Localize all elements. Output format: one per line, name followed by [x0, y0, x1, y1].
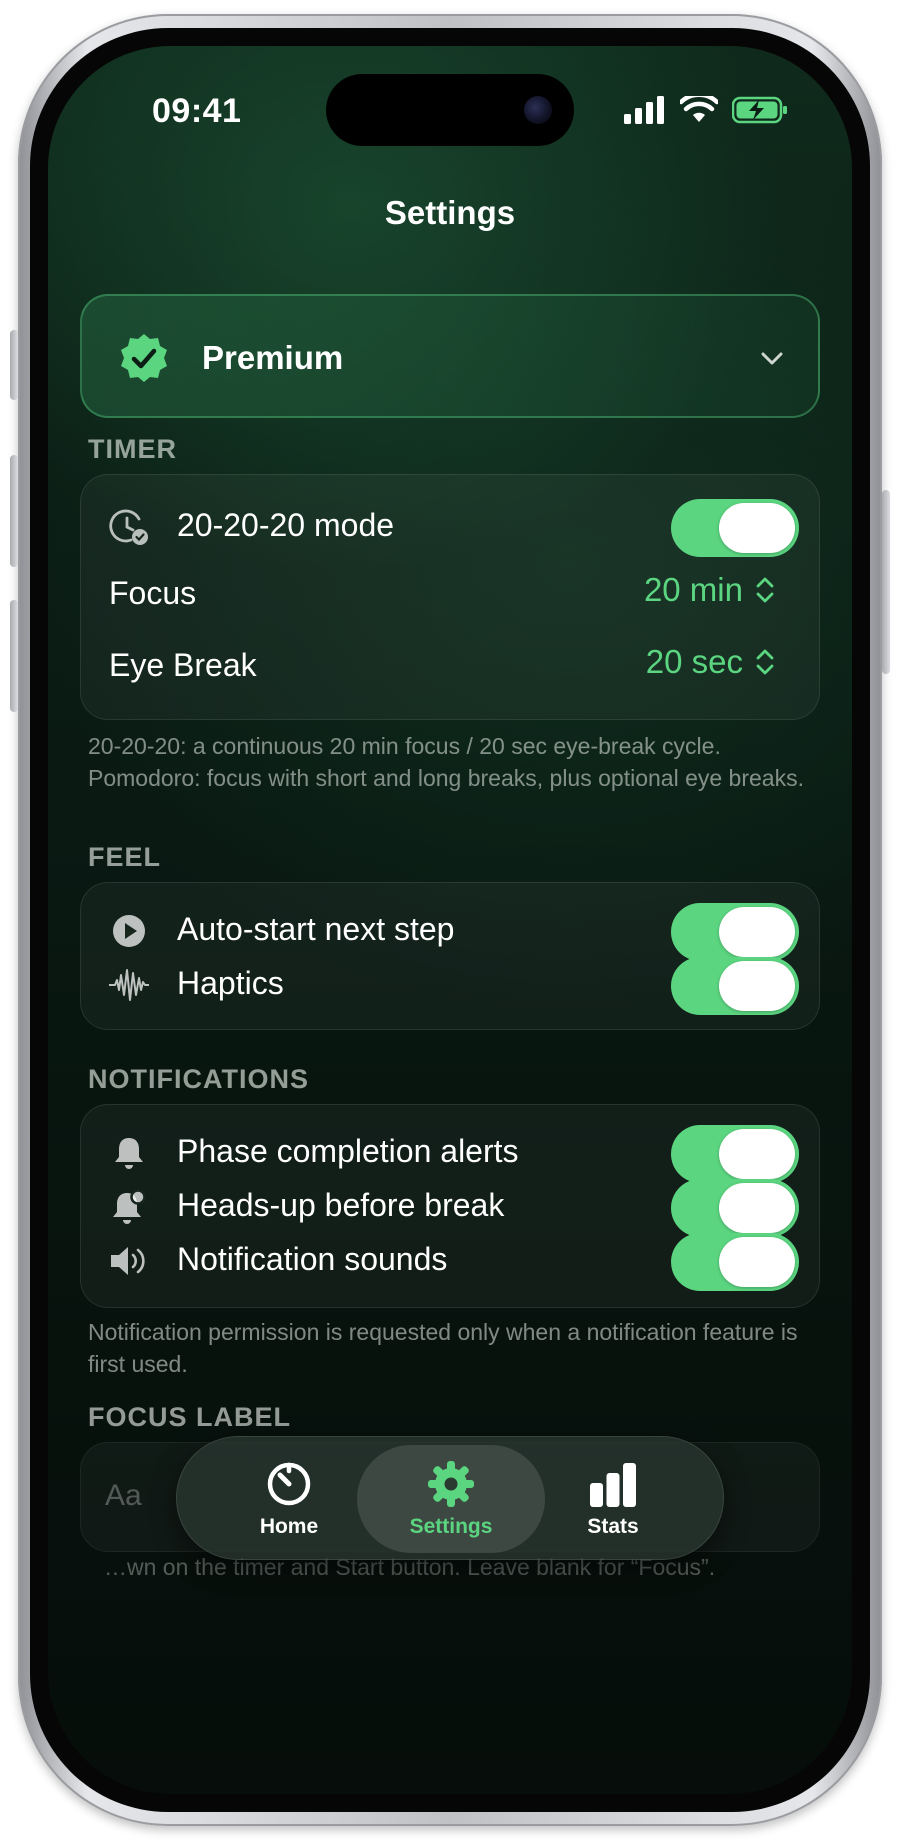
bell-icon	[109, 1133, 149, 1173]
focus-picker[interactable]: 20 min	[644, 571, 775, 609]
phase-alerts-row: Phase completion alerts	[81, 1121, 821, 1183]
section-header-feel: FEEL	[88, 842, 162, 872]
timer-footnote: 20-20-20: a continuous 20 min focus / 20…	[88, 733, 804, 791]
tab-home[interactable]: Home	[195, 1445, 383, 1553]
toggle-knob	[719, 1183, 795, 1233]
camera-icon	[524, 96, 552, 124]
chevron-up-down-icon	[756, 577, 774, 603]
section-header-timer: TIMER	[88, 434, 177, 464]
eye-break-value: 20 sec	[645, 643, 743, 680]
tab-settings[interactable]: Settings	[357, 1445, 545, 1553]
haptics-label: Haptics	[177, 965, 284, 1001]
tab-label: Stats	[587, 1515, 639, 1538]
power-button	[882, 490, 890, 674]
toggle-knob	[719, 907, 795, 957]
wifi-icon	[680, 96, 718, 122]
status-bar: 09:41	[48, 46, 852, 156]
notifications-footnote: Notification permission is requested onl…	[88, 1319, 798, 1377]
section-header-focus-label: FOCUS LABEL	[88, 1402, 291, 1432]
status-time: 09:41	[152, 92, 242, 130]
gear-icon	[428, 1461, 474, 1507]
dynamic-island	[326, 74, 574, 146]
chevron-up-down-icon	[756, 649, 774, 675]
eye-break-row: Eye Break 20 sec	[81, 635, 821, 695]
focus-label: Focus	[109, 575, 197, 611]
cellular-signal-icon	[624, 96, 664, 124]
tab-label: Settings	[409, 1515, 493, 1538]
sounds-toggle[interactable]	[671, 1233, 799, 1291]
waveform-icon	[109, 965, 149, 1005]
play-circle-icon	[109, 911, 149, 951]
bell-badge-icon	[109, 1187, 149, 1227]
timer-card: 20-20-20 mode Focus 20 min Eye Break 20 …	[80, 474, 820, 720]
heads-up-label: Heads-up before break	[177, 1187, 505, 1223]
auto-start-label: Auto-start next step	[177, 911, 455, 947]
focus-value: 20 min	[643, 571, 743, 608]
tab-bar: Home Settings Stats	[176, 1436, 724, 1560]
battery-charging-icon	[732, 96, 787, 124]
premium-card[interactable]: Premium	[80, 294, 820, 418]
page-title: Settings	[384, 194, 516, 231]
text-format-icon: Aa	[105, 1479, 142, 1512]
phase-alerts-label: Phase completion alerts	[177, 1133, 519, 1169]
mode-label: 20-20-20 mode	[177, 507, 395, 543]
volume-up-button	[10, 455, 18, 567]
feel-card: Auto-start next step Haptics	[80, 882, 820, 1030]
speaker-icon	[109, 1241, 149, 1281]
haptics-row: Haptics	[81, 953, 821, 1015]
chevron-down-icon[interactable]	[758, 344, 786, 372]
volume-down-button	[10, 600, 18, 712]
tab-stats[interactable]: Stats	[519, 1445, 707, 1553]
toggle-knob	[719, 961, 795, 1011]
eye-break-label: Eye Break	[109, 647, 257, 683]
action-button	[10, 330, 18, 400]
haptics-toggle[interactable]	[671, 957, 799, 1015]
auto-start-row: Auto-start next step	[81, 899, 821, 961]
eye-break-picker[interactable]: 20 sec	[646, 643, 775, 681]
toggle-knob	[719, 503, 795, 553]
sounds-row: Notification sounds	[81, 1229, 821, 1291]
toggle-knob	[719, 1237, 795, 1287]
bar-chart-icon	[590, 1463, 636, 1507]
toggle-knob	[719, 1129, 795, 1179]
mode-row: 20-20-20 mode	[81, 495, 821, 557]
notifications-card: Phase completion alerts Heads-up before …	[80, 1104, 820, 1308]
focus-row: Focus 20 min	[81, 563, 821, 623]
mode-toggle[interactable]	[671, 499, 799, 557]
heads-up-row: Heads-up before break	[81, 1175, 821, 1237]
premium-label: Premium	[202, 339, 344, 376]
sounds-label: Notification sounds	[177, 1241, 448, 1277]
tab-label: Home	[259, 1515, 319, 1538]
clock-check-icon	[109, 507, 149, 547]
timer-icon	[267, 1462, 311, 1506]
status-icons	[624, 96, 788, 124]
section-header-notifications: NOTIFICATIONS	[88, 1064, 309, 1094]
verified-badge-icon	[121, 334, 167, 382]
screen: 09:41 Settings Premium TIMER 20-20-20 mo…	[48, 46, 852, 1794]
